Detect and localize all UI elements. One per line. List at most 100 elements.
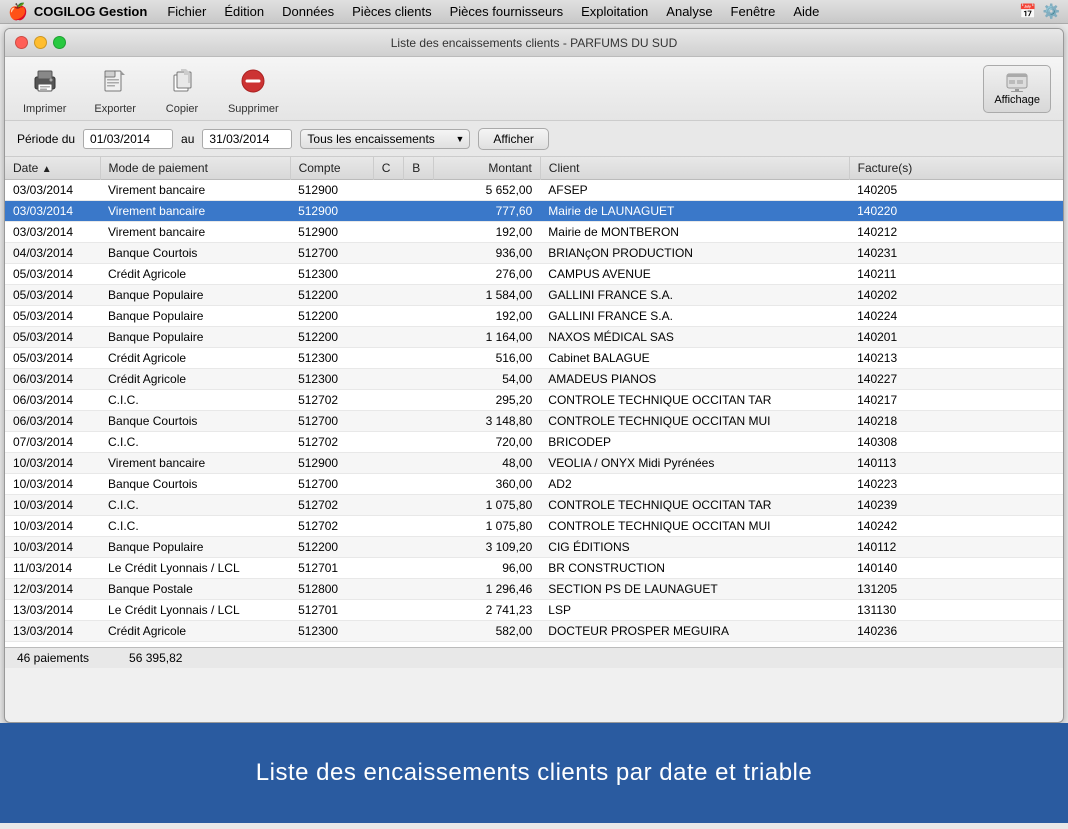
cell-date: 05/03/2014 [5, 264, 100, 285]
cell-factures: 140205 [849, 180, 1063, 201]
cell-c [373, 516, 403, 537]
cell-montant: 295,20 [433, 390, 540, 411]
table-row[interactable]: 03/03/2014 Virement bancaire 512900 5 65… [5, 180, 1063, 201]
date-to-input[interactable] [202, 129, 292, 149]
table-row[interactable]: 13/03/2014 Crédit Agricole 512300 582,00… [5, 621, 1063, 642]
cell-factures: 140227 [849, 369, 1063, 390]
col-montant[interactable]: Montant [433, 157, 540, 180]
table-row[interactable]: 05/03/2014 Crédit Agricole 512300 276,00… [5, 264, 1063, 285]
table-row[interactable]: 05/03/2014 Banque Populaire 512200 1 164… [5, 327, 1063, 348]
cell-montant: 48,00 [433, 453, 540, 474]
table-row[interactable]: 11/03/2014 Le Crédit Lyonnais / LCL 5127… [5, 558, 1063, 579]
cell-factures: 140223 [849, 474, 1063, 495]
cell-compte: 512900 [290, 222, 373, 243]
cell-c [373, 600, 403, 621]
cell-factures: 140112 [849, 537, 1063, 558]
apple-icon[interactable]: 🍎 [8, 2, 28, 22]
table-row[interactable]: 03/03/2014 Virement bancaire 512900 192,… [5, 222, 1063, 243]
cell-client: SECTION PS DE LAUNAGUET [540, 579, 849, 600]
cell-mode: Banque Populaire [100, 285, 290, 306]
afficher-button[interactable]: Afficher [478, 128, 548, 150]
cell-factures: 140242 [849, 516, 1063, 537]
col-mode[interactable]: Mode de paiement [100, 157, 290, 180]
table-row[interactable]: 13/03/2014 Le Crédit Lyonnais / LCL 5127… [5, 600, 1063, 621]
cell-montant: 192,00 [433, 306, 540, 327]
table-row[interactable]: 10/03/2014 Banque Populaire 512200 3 109… [5, 537, 1063, 558]
cell-mode: Banque Courtois [100, 243, 290, 264]
cell-b [404, 621, 434, 642]
table-row[interactable]: 05/03/2014 Banque Populaire 512200 192,0… [5, 306, 1063, 327]
table-row[interactable]: 06/03/2014 Banque Courtois 512700 3 148,… [5, 411, 1063, 432]
main-window: Liste des encaissements clients - PARFUM… [4, 28, 1064, 723]
cell-compte: 512702 [290, 495, 373, 516]
close-button[interactable] [15, 36, 28, 49]
col-c[interactable]: C [373, 157, 403, 180]
menu-fichier[interactable]: Fichier [159, 2, 214, 21]
cell-client: Cabinet BALAGUE [540, 348, 849, 369]
cell-date: 12/03/2014 [5, 579, 100, 600]
cell-compte: 512702 [290, 390, 373, 411]
cell-c [373, 369, 403, 390]
export-button[interactable]: Exporter [88, 59, 142, 119]
cell-client: AD2 [540, 474, 849, 495]
table-row[interactable]: 10/03/2014 C.I.C. 512702 1 075,80 CONTRO… [5, 495, 1063, 516]
payment-filter-select[interactable]: Tous les encaissements Encaissements reç… [300, 129, 470, 149]
cell-client: CIG ÉDITIONS [540, 537, 849, 558]
table-row[interactable]: 06/03/2014 Crédit Agricole 512300 54,00 … [5, 369, 1063, 390]
minimize-button[interactable] [34, 36, 47, 49]
cell-factures: 140231 [849, 243, 1063, 264]
cell-montant: 5 652,00 [433, 180, 540, 201]
table-row[interactable]: 10/03/2014 C.I.C. 512702 1 075,80 CONTRO… [5, 516, 1063, 537]
menu-pieces-clients[interactable]: Pièces clients [344, 2, 439, 21]
cell-mode: Virement bancaire [100, 222, 290, 243]
col-factures[interactable]: Facture(s) [849, 157, 1063, 180]
table-row[interactable]: 10/03/2014 Banque Courtois 512700 360,00… [5, 474, 1063, 495]
col-date[interactable]: Date ▲ [5, 157, 100, 180]
maximize-button[interactable] [53, 36, 66, 49]
traffic-lights [15, 36, 66, 49]
cell-compte: 512300 [290, 369, 373, 390]
cell-compte: 512300 [290, 264, 373, 285]
cell-date: 10/03/2014 [5, 537, 100, 558]
payments-total: 56 395,82 [129, 651, 182, 665]
menu-pieces-fournisseurs[interactable]: Pièces fournisseurs [442, 2, 571, 21]
table-row[interactable]: 12/03/2014 Banque Postale 512800 1 296,4… [5, 579, 1063, 600]
settings-icon[interactable]: ⚙️ [1043, 3, 1060, 20]
col-b[interactable]: B [404, 157, 434, 180]
table-row[interactable]: 04/03/2014 Banque Courtois 512700 936,00… [5, 243, 1063, 264]
table-row[interactable]: 05/03/2014 Banque Populaire 512200 1 584… [5, 285, 1063, 306]
col-compte[interactable]: Compte [290, 157, 373, 180]
menu-exploitation[interactable]: Exploitation [573, 2, 656, 21]
cell-c [373, 327, 403, 348]
col-client[interactable]: Client [540, 157, 849, 180]
table-row[interactable]: 03/03/2014 Virement bancaire 512900 777,… [5, 201, 1063, 222]
calendar-icon[interactable]: 📅 [1019, 3, 1036, 20]
menu-analyse[interactable]: Analyse [658, 2, 720, 21]
cell-mode: Le Crédit Lyonnais / LCL [100, 600, 290, 621]
cell-mode: Banque Courtois [100, 411, 290, 432]
menu-fenetre[interactable]: Fenêtre [723, 2, 784, 21]
cell-montant: 1 296,46 [433, 579, 540, 600]
table-row[interactable]: 05/03/2014 Crédit Agricole 512300 516,00… [5, 348, 1063, 369]
cell-b [404, 306, 434, 327]
cell-c [373, 348, 403, 369]
copy-button[interactable]: Copier [158, 59, 206, 119]
table-row[interactable]: 06/03/2014 C.I.C. 512702 295,20 CONTROLE… [5, 390, 1063, 411]
cell-factures: 140201 [849, 327, 1063, 348]
delete-button[interactable]: Supprimer [222, 59, 285, 119]
table-row[interactable]: 10/03/2014 Virement bancaire 512900 48,0… [5, 453, 1063, 474]
toolbar: Imprimer Exporter [5, 57, 1063, 121]
cell-mode: Banque Postale [100, 579, 290, 600]
menu-edition[interactable]: Édition [216, 2, 272, 21]
date-from-input[interactable] [83, 129, 173, 149]
cell-b [404, 411, 434, 432]
cell-compte: 512701 [290, 558, 373, 579]
table-container[interactable]: Date ▲ Mode de paiement Compte C B Monta… [5, 157, 1063, 647]
affichage-button[interactable]: Affichage [983, 65, 1051, 113]
cell-client: VEOLIA / ONYX Midi Pyrénées [540, 453, 849, 474]
menu-donnees[interactable]: Données [274, 2, 342, 21]
table-body: 03/03/2014 Virement bancaire 512900 5 65… [5, 180, 1063, 648]
menu-aide[interactable]: Aide [785, 2, 827, 21]
table-row[interactable]: 07/03/2014 C.I.C. 512702 720,00 BRICODEP… [5, 432, 1063, 453]
print-button[interactable]: Imprimer [17, 59, 72, 119]
